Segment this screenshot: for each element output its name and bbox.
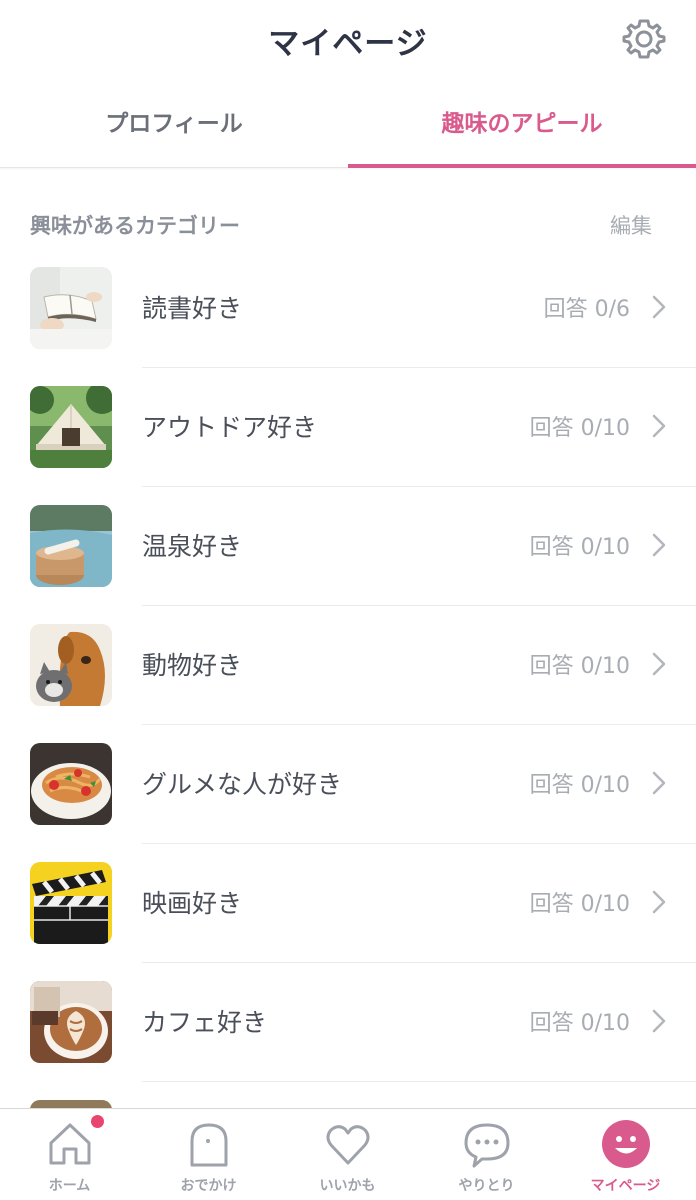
tab-label: ホーム bbox=[48, 1178, 91, 1194]
category-row-hot-spring[interactable]: 温泉好き 回答 0/10 bbox=[0, 487, 696, 606]
category-row-reading[interactable]: 読書好き 回答 0/6 bbox=[0, 249, 696, 368]
tab-profile[interactable]: プロフィール bbox=[0, 80, 348, 168]
edit-button[interactable]: 編集 bbox=[610, 210, 652, 240]
category-label: アウトドア好き bbox=[142, 413, 318, 442]
category-label: 読書好き bbox=[142, 294, 243, 323]
chevron-right-icon bbox=[652, 1009, 666, 1033]
clapperboard-thumbnail bbox=[30, 862, 112, 944]
category-label: グルメな人が好き bbox=[142, 770, 343, 799]
tab-hobby-appeal[interactable]: 趣味のアピール bbox=[348, 80, 696, 168]
chevron-right-icon bbox=[652, 771, 666, 795]
category-label: 動物好き bbox=[142, 651, 243, 680]
tab-label: やりとり bbox=[458, 1178, 515, 1194]
outdoor-tent-thumbnail bbox=[30, 386, 112, 468]
tab-bar-top: プロフィール 趣味のアピール bbox=[0, 80, 696, 168]
tab-label: おでかけ bbox=[180, 1178, 237, 1194]
category-list: 読書好き 回答 0/6 アウトドア好き 回答 0/10 温泉好き 回答 0/10… bbox=[0, 249, 696, 1182]
heart-icon bbox=[326, 1125, 370, 1165]
dog-and-cat-thumbnail bbox=[30, 624, 112, 706]
pasta-thumbnail bbox=[30, 743, 112, 825]
answer-count: 回答 0/10 bbox=[529, 892, 630, 917]
tab-label: マイページ bbox=[590, 1178, 661, 1194]
category-row-outdoor[interactable]: アウトドア好き 回答 0/10 bbox=[0, 368, 696, 487]
tab-label: いいかも bbox=[319, 1178, 376, 1194]
section-header: 興味があるカテゴリー 編集 bbox=[30, 210, 666, 244]
category-row-movies[interactable]: 映画好き 回答 0/10 bbox=[0, 844, 696, 963]
home-icon bbox=[49, 1123, 91, 1165]
header: マイページ bbox=[0, 0, 696, 80]
chevron-right-icon bbox=[652, 295, 666, 319]
category-row-gourmet[interactable]: グルメな人が好き 回答 0/10 bbox=[0, 725, 696, 844]
answer-count: 回答 0/10 bbox=[529, 773, 630, 798]
chevron-right-icon bbox=[652, 533, 666, 557]
reading-thumbnail bbox=[30, 267, 112, 349]
smiley-icon bbox=[602, 1120, 650, 1168]
chevron-right-icon bbox=[652, 652, 666, 676]
gear-icon[interactable] bbox=[620, 15, 668, 63]
category-label: 温泉好き bbox=[142, 532, 243, 561]
latte-art-thumbnail bbox=[30, 981, 112, 1063]
answer-count: 回答 0/10 bbox=[529, 535, 630, 560]
tab-likes[interactable]: いいかも bbox=[278, 1109, 417, 1200]
chat-bubble-icon bbox=[464, 1123, 510, 1168]
tab-messages[interactable]: やりとり bbox=[417, 1109, 556, 1200]
chevron-right-icon bbox=[652, 890, 666, 914]
notification-dot bbox=[91, 1115, 104, 1128]
category-row-cafe[interactable]: カフェ好き 回答 0/10 bbox=[0, 963, 696, 1082]
active-tab-indicator bbox=[348, 164, 696, 168]
tab-home[interactable]: ホーム bbox=[0, 1109, 139, 1200]
answer-count: 回答 0/6 bbox=[543, 297, 630, 322]
ghost-icon bbox=[190, 1123, 228, 1167]
category-row-animals[interactable]: 動物好き 回答 0/10 bbox=[0, 606, 696, 725]
category-label: カフェ好き bbox=[142, 1008, 268, 1037]
tab-outing[interactable]: おでかけ bbox=[139, 1109, 278, 1200]
hot-spring-thumbnail bbox=[30, 505, 112, 587]
category-label: 映画好き bbox=[142, 889, 243, 918]
answer-count: 回答 0/10 bbox=[529, 1011, 630, 1036]
tab-mypage[interactable]: マイページ bbox=[556, 1109, 695, 1200]
bottom-tab-bar: ホーム おでかけ いいかも やりとり マイページ bbox=[0, 1108, 696, 1200]
answer-count: 回答 0/10 bbox=[529, 416, 630, 441]
answer-count: 回答 0/10 bbox=[529, 654, 630, 679]
chevron-right-icon bbox=[652, 414, 666, 438]
page-title: マイページ bbox=[268, 26, 428, 62]
section-title: 興味があるカテゴリー bbox=[30, 214, 240, 238]
